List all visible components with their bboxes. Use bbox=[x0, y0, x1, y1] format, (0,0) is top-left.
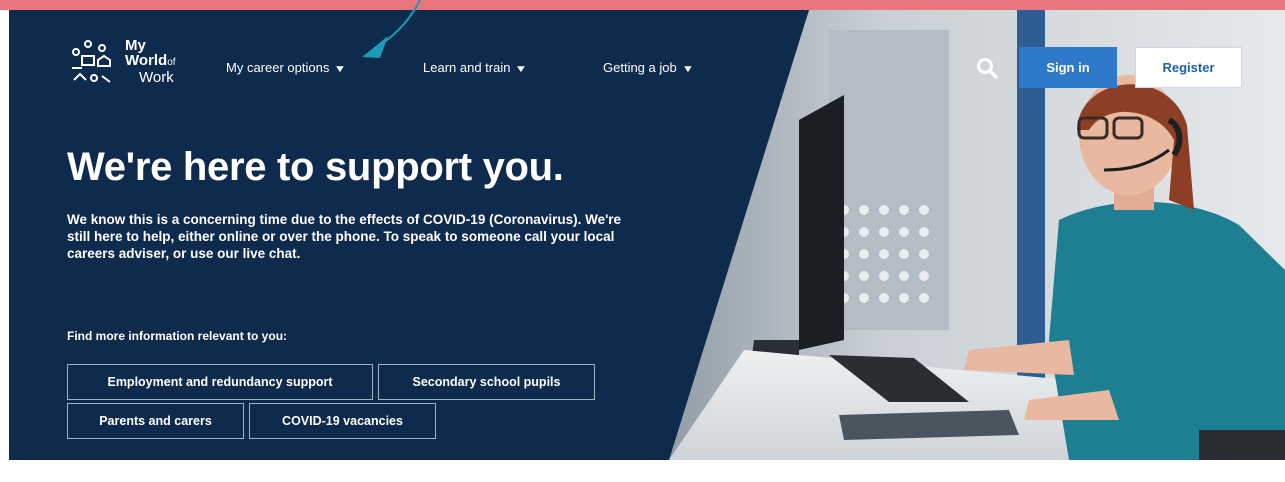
nav-learn-and-train[interactable]: Learn and train ▼ bbox=[423, 60, 528, 75]
page-bottom-margin bbox=[0, 460, 1285, 482]
logo-of: of bbox=[167, 57, 176, 68]
search-icon[interactable] bbox=[975, 56, 999, 80]
link-employment-redundancy-support[interactable]: Employment and redundancy support bbox=[67, 364, 373, 400]
nav-label: Getting a job bbox=[603, 60, 677, 75]
logo-line-work: Work bbox=[139, 69, 174, 86]
my-world-of-work-logo[interactable]: My Worldof Work bbox=[68, 38, 198, 98]
logo-text: My Worldof Work bbox=[125, 38, 176, 85]
nav-label: My career options bbox=[226, 60, 330, 75]
register-button[interactable]: Register bbox=[1135, 47, 1242, 88]
top-accent-strip bbox=[0, 0, 1285, 10]
link-secondary-school-pupils[interactable]: Secondary school pupils bbox=[378, 364, 595, 400]
nav-label: Learn and train bbox=[423, 60, 511, 75]
page-margin bbox=[0, 10, 9, 482]
chevron-down-icon: ▼ bbox=[333, 64, 347, 75]
chevron-down-icon: ▼ bbox=[681, 64, 695, 75]
logo-icon bbox=[72, 40, 111, 83]
logo-line-world: World bbox=[125, 52, 168, 69]
link-parents-and-carers[interactable]: Parents and carers bbox=[67, 403, 244, 439]
find-more-label: Find more information relevant to you: bbox=[67, 329, 288, 343]
sign-in-button[interactable]: Sign in bbox=[1019, 47, 1117, 88]
hero-intro-text: We know this is a concerning time due to… bbox=[67, 212, 622, 261]
nav-getting-a-job[interactable]: Getting a job ▼ bbox=[603, 60, 695, 75]
logo-line-my: My bbox=[125, 37, 146, 54]
link-covid-19-vacancies[interactable]: COVID-19 vacancies bbox=[249, 403, 436, 439]
chevron-down-icon: ▼ bbox=[514, 64, 528, 75]
hero-headline: We're here to support you. bbox=[67, 145, 564, 189]
nav-my-career-options[interactable]: My career options ▼ bbox=[226, 60, 347, 75]
